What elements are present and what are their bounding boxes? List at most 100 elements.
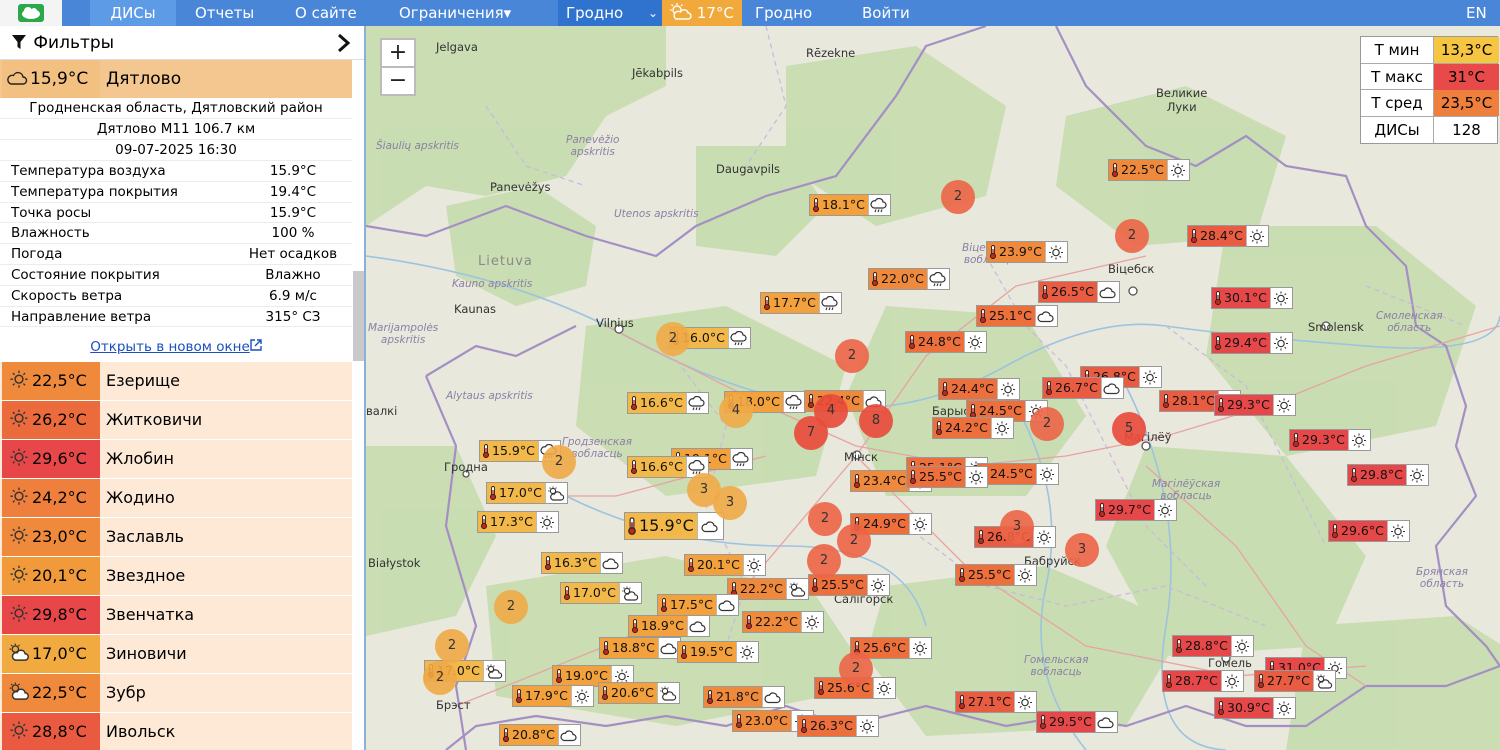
station-cluster[interactable]: 2 <box>1115 219 1149 253</box>
station-cluster[interactable]: 7 <box>794 416 828 450</box>
temperature-marker[interactable]: 22.0°C <box>868 268 950 290</box>
filters-header[interactable]: Фильтры <box>0 26 364 60</box>
temperature-marker[interactable]: 24.2°C <box>932 417 1014 439</box>
temperature-marker[interactable]: 25.1°C <box>976 305 1058 327</box>
temperature-marker[interactable]: 24.5°C <box>977 463 1059 485</box>
temperature-marker[interactable]: 29.8°C <box>1347 464 1429 486</box>
station-list-item[interactable]: 22,5°C Езерище <box>0 362 352 401</box>
selected-station-marker[interactable]: 15.9°C <box>624 512 724 540</box>
temperature-marker[interactable]: 16.3°C <box>541 552 623 574</box>
nav-about[interactable]: О сайте <box>295 0 357 26</box>
app-logo[interactable] <box>0 0 62 26</box>
nav-dis[interactable]: ДИСы <box>90 0 176 26</box>
open-in-new-window-link[interactable]: Открыть в новом окне <box>0 335 352 359</box>
station-cluster[interactable]: 2 <box>808 502 842 536</box>
station-cluster[interactable]: 8 <box>859 404 893 438</box>
map[interactable]: Jelgava Rēzekne Jēkabpils Великие Луки Š… <box>366 26 1500 750</box>
station-list-item[interactable]: 28,8°C Ивольск <box>0 713 352 750</box>
station-cluster[interactable]: 2 <box>435 629 469 663</box>
temperature-marker[interactable]: 28.4°C <box>1187 225 1269 247</box>
temperature-marker[interactable]: 29.4°C <box>1211 332 1293 354</box>
station-cluster[interactable]: 3 <box>1000 510 1034 544</box>
temperature-marker[interactable]: 18.8°C <box>599 637 681 659</box>
temperature-marker[interactable]: 18.9°C <box>628 615 710 637</box>
station-cluster[interactable]: 2 <box>941 180 975 214</box>
temperature-marker[interactable]: 28.8°C <box>1172 635 1254 657</box>
station-cluster[interactable]: 2 <box>542 445 576 479</box>
station-list-item[interactable]: 24,2°C Жодино <box>0 479 352 518</box>
temperature-marker[interactable]: 21.8°C <box>703 686 785 708</box>
temperature-marker[interactable]: 29.5°C <box>1036 711 1118 733</box>
station-cluster[interactable]: 3 <box>1065 533 1099 567</box>
temperature-marker[interactable]: 20.6°C <box>598 682 680 704</box>
temperature-marker[interactable]: 26.5°C <box>1038 281 1120 303</box>
zoom-out-button[interactable]: − <box>380 66 416 96</box>
temperature-marker[interactable]: 24.8°C <box>905 331 987 353</box>
temperature-marker[interactable]: 20.8°C <box>499 724 581 746</box>
station-list-item[interactable]: 26,2°C Житковичи <box>0 401 352 440</box>
temperature-marker[interactable]: 26.3°C <box>797 715 879 737</box>
station-list-item[interactable]: 17,0°C Зиновичи <box>0 635 352 674</box>
temperature-marker[interactable]: 17.0°C <box>560 582 642 604</box>
station-cluster[interactable]: 2 <box>423 661 457 695</box>
station-cluster[interactable]: 2 <box>494 590 528 624</box>
station-list-item[interactable]: 22,5°C Зубр <box>0 674 352 713</box>
temperature-marker[interactable]: 29.3°C <box>1214 394 1296 416</box>
marker-temp: 25.5°C <box>919 469 962 484</box>
nav-limits-dropdown[interactable]: Ограничения▾ <box>399 0 511 26</box>
map-label: Rēzekne <box>806 46 856 60</box>
station-cluster[interactable]: 2 <box>807 544 841 578</box>
nav-reports[interactable]: Отчеты <box>195 0 254 26</box>
temperature-marker[interactable]: 25.5°C <box>955 564 1037 586</box>
login-link[interactable]: Войти <box>862 0 910 26</box>
temperature-marker[interactable]: 17.7°C <box>760 292 842 314</box>
temperature-marker[interactable]: 17.3°C <box>477 511 559 533</box>
temperature-marker[interactable]: 26.7°C <box>1042 377 1124 399</box>
station-cluster[interactable]: 5 <box>1112 412 1146 446</box>
temperature-marker[interactable]: 30.9°C <box>1214 697 1296 719</box>
temperature-marker[interactable]: 28.7°C <box>1162 670 1244 692</box>
panel-scrollbar[interactable] <box>353 271 364 361</box>
temperature-marker[interactable]: 17.5°C <box>657 594 739 616</box>
station-cluster[interactable]: 2 <box>835 339 869 373</box>
temperature-marker[interactable]: 29.6°C <box>1328 520 1410 542</box>
temperature-marker[interactable]: 18.1°C <box>809 194 891 216</box>
temperature-marker[interactable]: 19.5°C <box>677 641 759 663</box>
temperature-marker[interactable]: 23.9°C <box>986 241 1068 263</box>
temperature-marker[interactable]: 22.5°C <box>1108 159 1190 181</box>
zoom-in-button[interactable]: + <box>380 38 416 68</box>
thermometer-icon <box>660 598 668 612</box>
station-cluster[interactable]: 3 <box>713 486 747 520</box>
temperature-marker[interactable]: 16.6°C <box>627 392 709 414</box>
temperature-marker[interactable]: 17.9°C <box>512 685 594 707</box>
map-label: валкі <box>366 404 398 418</box>
marker-temp: 24.9°C <box>863 516 906 531</box>
sun-icon <box>1269 333 1292 353</box>
marker-temp: 20.6°C <box>611 685 654 700</box>
temperature-marker[interactable]: 22.2°C <box>742 611 824 633</box>
station-cluster[interactable]: 2 <box>839 652 873 686</box>
temperature-marker[interactable]: 25.5°C <box>906 466 988 488</box>
temperature-marker[interactable]: 17.0°C <box>486 482 568 504</box>
temperature-marker[interactable]: 29.3°C <box>1289 429 1371 451</box>
temperature-marker[interactable]: 22.2°C <box>727 578 809 600</box>
temperature-marker[interactable]: 20.1°C <box>684 554 766 576</box>
station-cluster[interactable]: 2 <box>656 322 690 356</box>
temperature-marker[interactable]: 27.7°C <box>1254 670 1336 692</box>
station-list-item[interactable]: 23,0°C Заславль <box>0 518 352 557</box>
temperature-marker[interactable]: 30.1°C <box>1211 287 1293 309</box>
station-cluster[interactable]: 2 <box>1030 407 1064 441</box>
station-datetime: 09-07-2025 16:30 <box>0 140 352 161</box>
station-list-item[interactable]: 20,1°C Звездное <box>0 557 352 596</box>
station-list-item[interactable]: 29,6°C Жлобин <box>0 440 352 479</box>
region-select[interactable]: Гродно ⌄ <box>558 0 662 26</box>
station-cluster[interactable]: 2 <box>837 524 871 558</box>
chevron-right-icon[interactable] <box>336 34 352 52</box>
marker-temp: 28.7°C <box>1175 673 1218 688</box>
language-switch[interactable]: EN <box>1466 0 1487 26</box>
station-list-item[interactable]: 29,8°C Звенчатка <box>0 596 352 635</box>
temperature-marker[interactable]: 27.1°C <box>955 691 1037 713</box>
temperature-marker[interactable]: 29.7°C <box>1095 499 1177 521</box>
station-cluster[interactable]: 4 <box>719 394 753 428</box>
temperature-marker[interactable]: 24.4°C <box>938 378 1020 400</box>
